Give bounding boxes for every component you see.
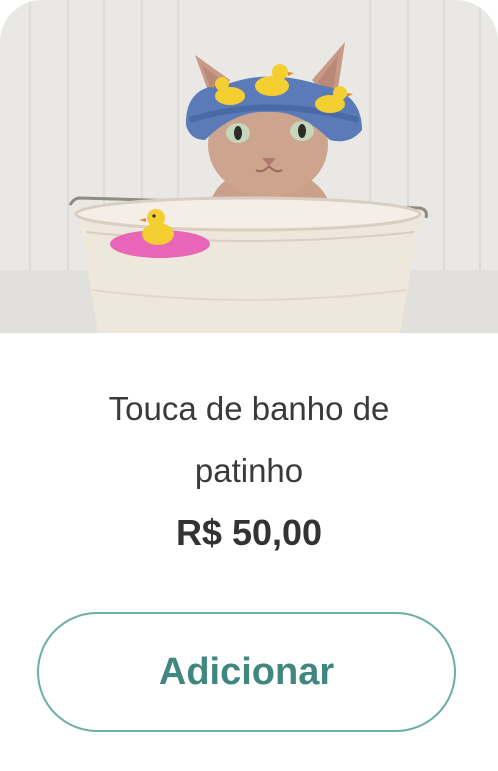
product-image <box>0 0 498 333</box>
add-to-cart-button[interactable]: Adicionar <box>37 612 456 732</box>
product-card: Touca de banho de patinho R$ 50,00 Adici… <box>0 0 498 771</box>
product-title: Touca de banho de patinho <box>108 390 390 489</box>
product-price: R$ 50,00 <box>175 512 323 553</box>
